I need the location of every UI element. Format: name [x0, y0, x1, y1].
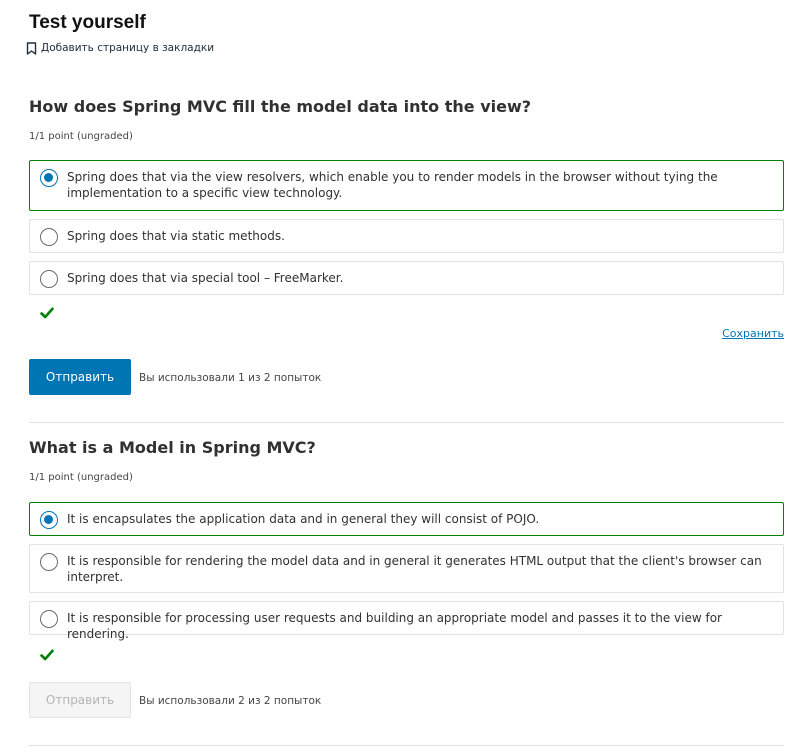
problem-2: What is a Model in Spring MVC? 1/1 point…: [29, 437, 784, 718]
checkmark-icon: [40, 307, 54, 319]
attempts-text: Вы использовали 1 из 2 попыток: [139, 372, 322, 384]
choice-label: Spring does that via the view resolvers,…: [67, 170, 718, 200]
choice-label: It is responsible for processing user re…: [67, 611, 722, 641]
radio-button-checked[interactable]: [40, 169, 58, 187]
question-title: How does Spring MVC fill the model data …: [29, 97, 532, 116]
problem-1: How does Spring MVC fill the model data …: [29, 96, 784, 395]
radio-button[interactable]: [40, 228, 58, 246]
choice-label: It is responsible for rendering the mode…: [67, 554, 762, 584]
choice-label: It is encapsulates the application data …: [67, 512, 540, 526]
bookmark-button[interactable]: Добавить страницу в закладки: [26, 40, 214, 56]
radio-button-checked[interactable]: [40, 511, 58, 529]
page-title: Test yourself: [29, 12, 146, 33]
question-title: What is a Model in Spring MVC?: [29, 438, 316, 457]
radio-button[interactable]: [40, 553, 58, 571]
bookmark-label: Добавить страницу в закладки: [41, 42, 215, 54]
points-label: 1/1 point (ungraded): [29, 131, 133, 142]
save-link[interactable]: Сохранить: [722, 327, 784, 340]
bookmark-icon: [26, 41, 37, 55]
radio-button[interactable]: [40, 610, 58, 628]
choice-1[interactable]: It is encapsulates the application data …: [29, 502, 784, 536]
submit-button[interactable]: Отправить: [29, 359, 131, 395]
choice-2[interactable]: Spring does that via static methods.: [29, 219, 784, 253]
choice-2[interactable]: It is responsible for rendering the mode…: [29, 544, 784, 593]
choice-3[interactable]: It is responsible for processing user re…: [29, 601, 784, 641]
checkmark-icon: [40, 649, 54, 661]
points-label: 1/1 point (ungraded): [29, 472, 133, 483]
submit-button-disabled: Отправить: [29, 682, 131, 718]
choice-label: Spring does that via static methods.: [67, 229, 285, 243]
choice-label: Spring does that via special tool – Free…: [67, 271, 344, 285]
choice-3[interactable]: Spring does that via special tool – Free…: [29, 261, 784, 295]
attempts-text: Вы использовали 2 из 2 попыток: [139, 695, 322, 707]
section-divider: [29, 422, 784, 423]
section-divider: [29, 745, 784, 746]
choice-1[interactable]: Spring does that via the view resolvers,…: [29, 160, 784, 211]
radio-button[interactable]: [40, 270, 58, 288]
